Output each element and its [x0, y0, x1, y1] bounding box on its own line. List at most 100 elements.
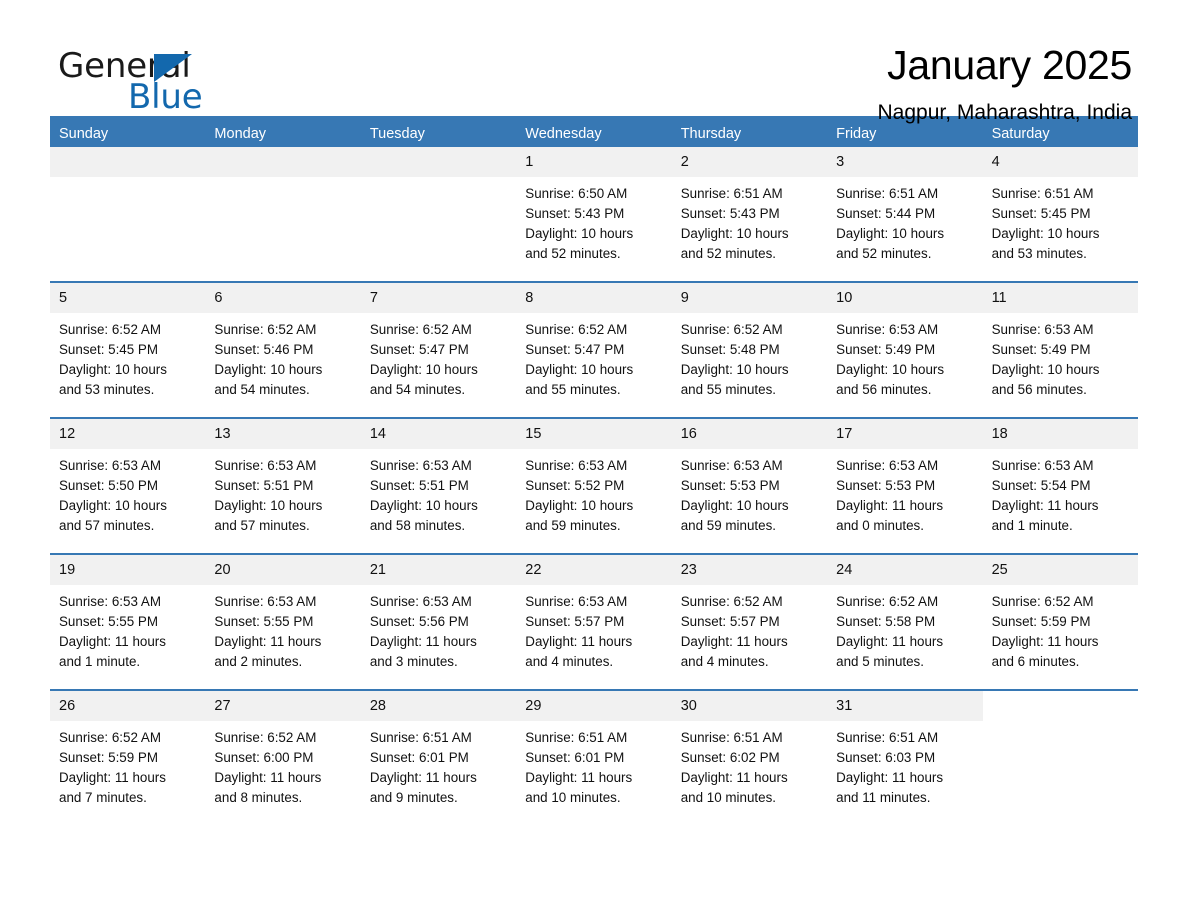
day-sun-info: Sunrise: 6:51 AM Sunset: 5:44 PM Dayligh… [836, 186, 945, 261]
day-number: 21 [360, 555, 517, 585]
calendar-day-cell[interactable]: 13 Sunrise: 6:53 AM Sunset: 5:51 PM Dayli… [205, 419, 361, 553]
day-number [982, 691, 1138, 721]
day-number: 16 [671, 419, 828, 449]
calendar-day-cell[interactable]: 4 Sunrise: 6:51 AM Sunset: 5:45 PM Daylig… [982, 147, 1138, 281]
weekday-friday: Friday [836, 126, 877, 142]
calendar-day-cell[interactable]: 6 Sunrise: 6:52 AM Sunset: 5:46 PM Daylig… [205, 283, 361, 417]
day-number: 1 [516, 147, 672, 177]
calendar-day-cell[interactable]: 21 Sunrise: 6:53 AM Sunset: 5:56 PM Dayli… [360, 555, 517, 689]
calendar-day-cell[interactable]: 24 Sunrise: 6:52 AM Sunset: 5:58 PM Dayli… [827, 555, 983, 689]
day-number: 12 [50, 419, 206, 449]
title-block: January 2025 Nagpur, Maharashtra, India [878, 43, 1138, 125]
calendar-day-cell[interactable]: 7 Sunrise: 6:52 AM Sunset: 5:47 PM Daylig… [360, 283, 517, 417]
day-number: 27 [205, 691, 361, 721]
calendar-empty-cell [205, 147, 361, 281]
day-number: 7 [360, 283, 517, 313]
day-number: 13 [205, 419, 361, 449]
calendar-day-cell[interactable]: 8 Sunrise: 6:52 AM Sunset: 5:47 PM Daylig… [516, 283, 672, 417]
calendar-day-cell[interactable]: 3 Sunrise: 6:51 AM Sunset: 5:44 PM Daylig… [827, 147, 983, 281]
calendar-day-cell[interactable]: 9 Sunrise: 6:52 AM Sunset: 5:48 PM Daylig… [671, 283, 828, 417]
calendar-day-cell[interactable]: 25 Sunrise: 6:52 AM Sunset: 5:59 PM Dayli… [982, 555, 1138, 689]
day-number: 3 [827, 147, 983, 177]
calendar-day-cell[interactable]: 23 Sunrise: 6:52 AM Sunset: 5:57 PM Dayli… [671, 555, 828, 689]
calendar-empty-cell [360, 147, 517, 281]
calendar-week-row: 12 Sunrise: 6:53 AM Sunset: 5:50 PM Dayli… [50, 417, 1138, 553]
day-sun-info: Sunrise: 6:51 AM Sunset: 5:45 PM Dayligh… [991, 186, 1100, 261]
calendar-empty-cell [50, 147, 206, 281]
day-sun-info: Sunrise: 6:52 AM Sunset: 5:59 PM Dayligh… [59, 730, 166, 805]
calendar-day-cell[interactable]: 2 Sunrise: 6:51 AM Sunset: 5:43 PM Daylig… [671, 147, 828, 281]
day-number: 8 [516, 283, 672, 313]
calendar-grid: Sunday Monday Tuesday Wednesday Thursday… [50, 116, 1138, 825]
day-number: 20 [205, 555, 361, 585]
day-sun-info: Sunrise: 6:52 AM Sunset: 5:57 PM Dayligh… [680, 594, 788, 669]
day-sun-info [983, 721, 1138, 728]
calendar-day-cell[interactable]: 28 Sunrise: 6:51 AM Sunset: 6:01 PM Dayli… [360, 691, 517, 825]
calendar-page: General Blue January 2025 Nagpur, Mahara… [0, 0, 1188, 918]
day-number: 4 [982, 147, 1138, 177]
weekday-wednesday: Wednesday [525, 126, 602, 142]
day-sun-info: Sunrise: 6:52 AM Sunset: 5:58 PM Dayligh… [836, 594, 944, 669]
day-number [50, 147, 206, 177]
day-sun-info: Sunrise: 6:51 AM Sunset: 5:43 PM Dayligh… [680, 186, 789, 261]
calendar-weeks: 1 Sunrise: 6:50 AM Sunset: 5:43 PM Daylig… [50, 147, 1138, 825]
calendar-day-cell[interactable]: 27 Sunrise: 6:52 AM Sunset: 6:00 PM Dayli… [205, 691, 361, 825]
day-number: 18 [982, 419, 1138, 449]
day-sun-info [361, 177, 516, 184]
weekday-tuesday: Tuesday [369, 126, 425, 142]
day-number: 31 [827, 691, 983, 721]
calendar-day-cell[interactable]: 5 Sunrise: 6:52 AM Sunset: 5:45 PM Daylig… [50, 283, 206, 417]
day-sun-info: Sunrise: 6:52 AM Sunset: 5:47 PM Dayligh… [369, 322, 478, 397]
day-sun-info: Sunrise: 6:53 AM Sunset: 5:53 PM Dayligh… [836, 458, 944, 533]
calendar-day-cell[interactable]: 12 Sunrise: 6:53 AM Sunset: 5:50 PM Dayli… [50, 419, 206, 553]
day-sun-info: Sunrise: 6:51 AM Sunset: 6:03 PM Dayligh… [836, 730, 944, 805]
calendar-week-row: 1 Sunrise: 6:50 AM Sunset: 5:43 PM Daylig… [50, 147, 1138, 281]
day-number: 24 [827, 555, 983, 585]
day-number: 26 [50, 691, 206, 721]
weekday-saturday: Saturday [991, 126, 1050, 142]
calendar-day-cell[interactable]: 31 Sunrise: 6:51 AM Sunset: 6:03 PM Dayli… [827, 691, 983, 825]
calendar-day-cell[interactable]: 29 Sunrise: 6:51 AM Sunset: 6:01 PM Dayli… [516, 691, 672, 825]
day-sun-info: Sunrise: 6:53 AM Sunset: 5:56 PM Dayligh… [369, 594, 477, 669]
day-number: 30 [671, 691, 828, 721]
day-number [205, 147, 361, 177]
calendar-day-cell[interactable]: 26 Sunrise: 6:52 AM Sunset: 5:59 PM Dayli… [50, 691, 206, 825]
calendar-day-cell[interactable]: 11 Sunrise: 6:53 AM Sunset: 5:49 PM Dayli… [982, 283, 1138, 417]
calendar-day-cell[interactable]: 19 Sunrise: 6:53 AM Sunset: 5:55 PM Dayli… [50, 555, 206, 689]
day-sun-info: Sunrise: 6:53 AM Sunset: 5:54 PM Dayligh… [991, 458, 1099, 533]
calendar-day-cell[interactable]: 15 Sunrise: 6:53 AM Sunset: 5:52 PM Dayli… [516, 419, 672, 553]
calendar-day-cell[interactable]: 1 Sunrise: 6:50 AM Sunset: 5:43 PM Daylig… [516, 147, 672, 281]
day-number: 10 [827, 283, 983, 313]
calendar-week-row: 26 Sunrise: 6:52 AM Sunset: 5:59 PM Dayli… [50, 689, 1138, 825]
day-sun-info: Sunrise: 6:53 AM Sunset: 5:51 PM Dayligh… [214, 458, 323, 533]
calendar-day-cell[interactable]: 30 Sunrise: 6:51 AM Sunset: 6:02 PM Dayli… [671, 691, 828, 825]
day-number: 23 [671, 555, 828, 585]
day-sun-info: Sunrise: 6:53 AM Sunset: 5:49 PM Dayligh… [991, 322, 1100, 397]
day-sun-info: Sunrise: 6:53 AM Sunset: 5:53 PM Dayligh… [680, 458, 789, 533]
day-sun-info: Sunrise: 6:52 AM Sunset: 5:47 PM Dayligh… [525, 322, 634, 397]
day-sun-info: Sunrise: 6:50 AM Sunset: 5:43 PM Dayligh… [525, 186, 634, 261]
calendar-day-cell[interactable]: 22 Sunrise: 6:53 AM Sunset: 5:57 PM Dayli… [516, 555, 672, 689]
calendar-day-cell[interactable]: 17 Sunrise: 6:53 AM Sunset: 5:53 PM Dayli… [827, 419, 983, 553]
calendar-day-cell[interactable]: 18 Sunrise: 6:53 AM Sunset: 5:54 PM Dayli… [982, 419, 1138, 553]
day-sun-info: Sunrise: 6:53 AM Sunset: 5:57 PM Dayligh… [525, 594, 633, 669]
day-number: 25 [982, 555, 1138, 585]
calendar-day-cell[interactable]: 10 Sunrise: 6:53 AM Sunset: 5:49 PM Dayli… [827, 283, 983, 417]
calendar-day-cell[interactable]: 16 Sunrise: 6:53 AM Sunset: 5:53 PM Dayli… [671, 419, 828, 553]
day-number [360, 147, 517, 177]
day-sun-info: Sunrise: 6:53 AM Sunset: 5:52 PM Dayligh… [525, 458, 634, 533]
logo-text-blue: Blue [128, 77, 203, 117]
day-number: 5 [50, 283, 206, 313]
day-number: 19 [50, 555, 206, 585]
day-number: 11 [982, 283, 1138, 313]
day-sun-info: Sunrise: 6:51 AM Sunset: 6:01 PM Dayligh… [369, 730, 477, 805]
calendar-day-cell[interactable]: 20 Sunrise: 6:53 AM Sunset: 5:55 PM Dayli… [205, 555, 361, 689]
day-sun-info: Sunrise: 6:52 AM Sunset: 5:59 PM Dayligh… [991, 594, 1099, 669]
day-sun-info: Sunrise: 6:53 AM Sunset: 5:55 PM Dayligh… [59, 594, 166, 669]
general-blue-logo[interactable]: General Blue [50, 44, 310, 124]
calendar-day-cell[interactable]: 14 Sunrise: 6:53 AM Sunset: 5:51 PM Dayli… [360, 419, 517, 553]
day-number: 22 [516, 555, 672, 585]
day-sun-info: Sunrise: 6:52 AM Sunset: 6:00 PM Dayligh… [214, 730, 322, 805]
page-header: General Blue January 2025 Nagpur, Mahara… [50, 0, 1138, 124]
day-sun-info: Sunrise: 6:53 AM Sunset: 5:50 PM Dayligh… [59, 458, 167, 533]
